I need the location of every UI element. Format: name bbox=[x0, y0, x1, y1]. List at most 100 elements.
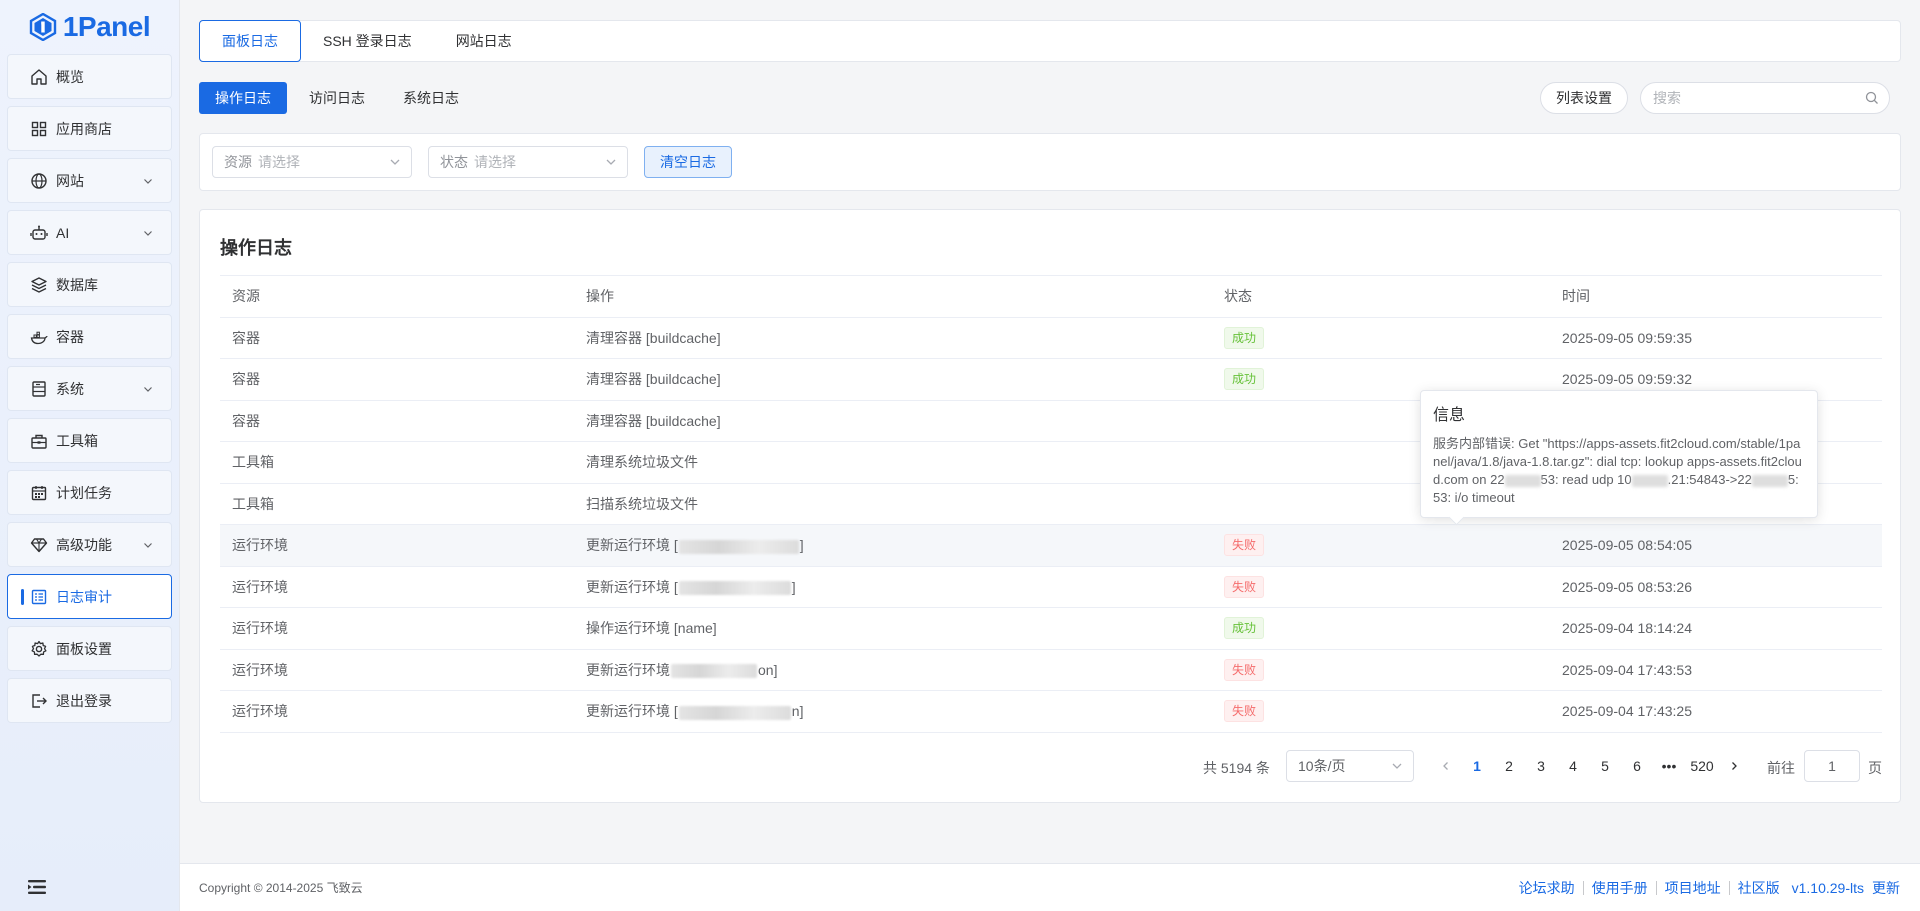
operation-text: 操作运行环境 [name] bbox=[586, 620, 717, 637]
sub-tab-2[interactable]: 系统日志 bbox=[387, 82, 475, 114]
search-icon[interactable] bbox=[1865, 91, 1879, 105]
tab-top-0[interactable]: 面板日志 bbox=[199, 20, 301, 62]
cell-operation: 清理容器 [buildcache] bbox=[574, 369, 1212, 389]
list-settings-button[interactable]: 列表设置 bbox=[1540, 82, 1628, 114]
community-edition-link[interactable]: 社区版 bbox=[1730, 878, 1788, 898]
cell-operation: 操作运行环境 [name] bbox=[574, 618, 1212, 638]
cell-time: 2025-09-05 08:53:26 bbox=[1562, 578, 1692, 595]
status-select[interactable]: 状态 请选择 bbox=[428, 146, 628, 178]
sidebar-item-11[interactable]: 面板设置 bbox=[7, 626, 172, 671]
sidebar-item-1[interactable]: 应用商店 bbox=[7, 106, 172, 151]
diamond-icon bbox=[30, 536, 48, 554]
toolbox-icon bbox=[30, 432, 48, 450]
cell-operation: 更新运行环境 [n] bbox=[574, 701, 1212, 721]
cell-source: 工具箱 bbox=[232, 495, 274, 512]
tooltip-message: 服务内部错误: Get "https://apps-assets.fit2clo… bbox=[1433, 435, 1805, 507]
layers-icon bbox=[30, 276, 48, 294]
cell-time: 2025-09-05 08:54:05 bbox=[1562, 537, 1692, 554]
tab-top-1[interactable]: SSH 登录日志 bbox=[301, 20, 434, 62]
goto-page-input[interactable] bbox=[1804, 750, 1860, 782]
robot-icon bbox=[30, 224, 48, 242]
page-number[interactable]: 3 bbox=[1527, 750, 1555, 782]
sidebar-item-9[interactable]: 高级功能 bbox=[7, 522, 172, 567]
sidebar-item-0[interactable]: 概览 bbox=[7, 54, 172, 99]
sidebar-item-10[interactable]: 日志审计 bbox=[7, 574, 172, 619]
sidebar-item-5[interactable]: 容器 bbox=[7, 314, 172, 359]
cell-status: 成功 bbox=[1212, 326, 1550, 349]
page-number[interactable]: 5 bbox=[1591, 750, 1619, 782]
table-row[interactable]: 运行环境 更新运行环境 [] 失败 2025-09-05 08:54:05 bbox=[220, 525, 1882, 567]
cell-operation: 更新运行环境 [] bbox=[574, 577, 1212, 597]
sidebar-item-7[interactable]: 工具箱 bbox=[7, 418, 172, 463]
redacted-name bbox=[671, 664, 757, 679]
sidebar-item-label: AI bbox=[56, 224, 70, 241]
next-page-button[interactable] bbox=[1720, 750, 1748, 782]
page-ellipsis[interactable]: ••• bbox=[1655, 750, 1683, 782]
home-icon bbox=[30, 68, 48, 86]
sidebar-menu: 概览应用商店网站 AI 数据库容器系统工具箱计划任务高级功能日志审计面板设置退出登录 bbox=[0, 54, 179, 723]
status-select-label: 状态 bbox=[440, 154, 468, 170]
table-row[interactable]: 运行环境 更新运行环境 on] 失败 2025-09-04 17:43:53 bbox=[220, 650, 1882, 691]
cell-time: 2025-09-04 18:14:24 bbox=[1562, 620, 1692, 637]
tab-top-2[interactable]: 网站日志 bbox=[434, 20, 534, 62]
page-number[interactable]: 6 bbox=[1623, 750, 1651, 782]
page-number[interactable]: 4 bbox=[1559, 750, 1587, 782]
search-input[interactable] bbox=[1653, 90, 1865, 106]
cell-source: 运行环境 bbox=[232, 578, 288, 595]
cell-operation: 清理容器 [buildcache] bbox=[574, 328, 1212, 348]
sidebar-item-8[interactable]: 计划任务 bbox=[7, 470, 172, 515]
sidebar-item-label: 日志审计 bbox=[56, 588, 112, 605]
cell-time: 2025-09-04 17:43:53 bbox=[1562, 661, 1692, 678]
log-audit-icon bbox=[30, 588, 48, 606]
apps-grid-icon bbox=[30, 120, 48, 138]
project-link[interactable]: 项目地址 bbox=[1657, 878, 1729, 898]
page-number[interactable]: 1 bbox=[1463, 750, 1491, 782]
cell-status: 失败 bbox=[1212, 658, 1550, 681]
status-badge: 失败 bbox=[1224, 534, 1265, 557]
cell-time: 2025-09-05 09:59:35 bbox=[1562, 329, 1692, 346]
page-last[interactable]: 520 bbox=[1685, 750, 1719, 782]
sidebar-item-6[interactable]: 系统 bbox=[7, 366, 172, 411]
logout-icon bbox=[30, 692, 48, 710]
tooltip-line-2: 53: read udp 10 bbox=[1540, 472, 1632, 487]
sidebar-item-3[interactable]: AI bbox=[7, 210, 172, 255]
table-row[interactable]: 运行环境 更新运行环境 [n] 失败 2025-09-04 17:43:25 bbox=[220, 691, 1882, 733]
copyright: Copyright © 2014-2025 飞致云 bbox=[199, 881, 363, 895]
status-badge: 失败 bbox=[1224, 658, 1265, 681]
server-icon bbox=[30, 380, 48, 398]
table-row[interactable]: 容器 清理容器 [buildcache] 成功 2025-09-05 09:59:35 bbox=[220, 318, 1882, 359]
sidebar-item-4[interactable]: 数据库 bbox=[7, 262, 172, 307]
cell-operation: 清理系统垃圾文件 bbox=[574, 452, 1212, 472]
total-count: 共 5194 条 bbox=[1203, 760, 1270, 776]
cell-source: 运行环境 bbox=[232, 537, 288, 554]
chevron-down-icon bbox=[144, 178, 152, 184]
redacted-name bbox=[678, 705, 791, 720]
source-select[interactable]: 资源 请选择 bbox=[212, 146, 412, 178]
redacted-ip bbox=[1504, 474, 1541, 487]
table-row[interactable]: 运行环境 更新运行环境 [] 失败 2025-09-05 08:53:26 bbox=[220, 567, 1882, 608]
logo-hexagon-icon bbox=[29, 13, 57, 41]
card-title: 操作日志 bbox=[220, 238, 292, 258]
redacted-ip bbox=[1751, 474, 1788, 487]
table-row[interactable]: 运行环境 操作运行环境 [name] 成功 2025-09-04 18:14:24 bbox=[220, 608, 1882, 650]
sidebar-item-label: 应用商店 bbox=[56, 120, 112, 137]
page-size-select[interactable]: 10条/页 bbox=[1286, 750, 1414, 782]
sidebar-item-label: 容器 bbox=[56, 328, 84, 345]
sidebar-item-label: 退出登录 bbox=[56, 692, 112, 709]
chevron-down-icon bbox=[606, 159, 616, 165]
sub-tab-1[interactable]: 访问日志 bbox=[293, 82, 381, 114]
prev-page-button[interactable] bbox=[1432, 750, 1460, 782]
user-manual-link[interactable]: 使用手册 bbox=[1584, 878, 1656, 898]
app-logo[interactable]: 1Panel bbox=[0, 0, 179, 54]
log-type-tabs: 面板日志 SSH 登录日志 网站日志 bbox=[199, 20, 1901, 62]
forum-help-link[interactable]: 论坛求助 bbox=[1511, 878, 1583, 898]
sidebar-item-2[interactable]: 网站 bbox=[7, 158, 172, 203]
page-number[interactable]: 2 bbox=[1495, 750, 1523, 782]
sub-tab-0[interactable]: 操作日志 bbox=[199, 82, 287, 114]
docker-icon bbox=[30, 328, 48, 346]
update-link[interactable]: 更新 bbox=[1864, 878, 1900, 898]
sidebar-item-12[interactable]: 退出登录 bbox=[7, 678, 172, 723]
collapse-menu-icon[interactable] bbox=[26, 877, 48, 897]
logo-text: 1Panel bbox=[62, 11, 151, 42]
clear-logs-button[interactable]: 清空日志 bbox=[644, 146, 732, 178]
